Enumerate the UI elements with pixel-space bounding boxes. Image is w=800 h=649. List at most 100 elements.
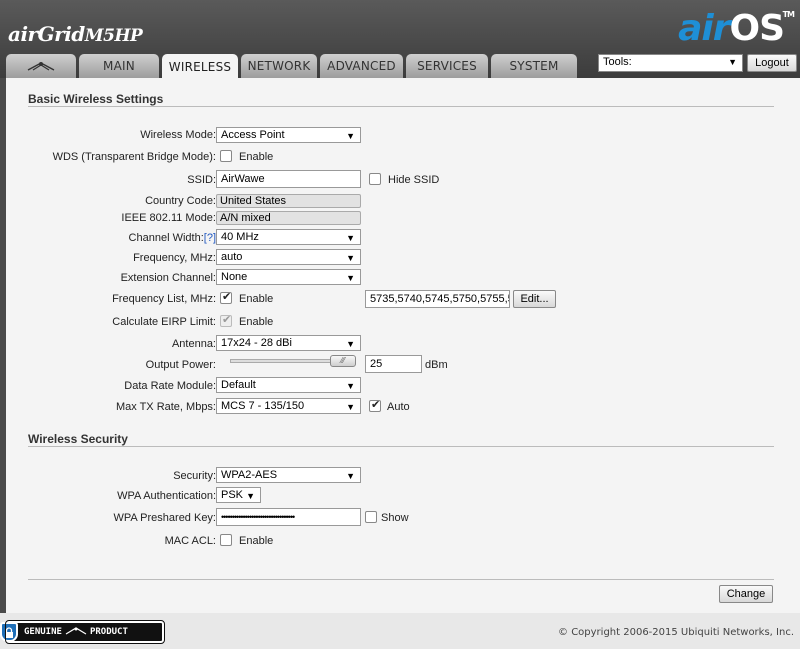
output-power-label: Output Power:: [145, 359, 216, 371]
ssid-input[interactable]: AirWawe: [216, 170, 361, 188]
tab-system[interactable]: SYSTEM: [491, 54, 577, 78]
tab-network[interactable]: NETWORK: [241, 54, 317, 78]
logout-button[interactable]: Logout: [747, 54, 797, 72]
airos-logo: airOS TM: [678, 8, 795, 49]
max-tx-auto-checkbox[interactable]: [369, 398, 381, 412]
antenna-value: 17x24 - 28 dBi: [221, 337, 292, 349]
frequency-list-input[interactable]: 5735,5740,5745,5750,5755,5: [365, 290, 510, 308]
antenna-label: Antenna:: [171, 338, 216, 350]
ieee-mode-value: A/N mixed: [216, 211, 361, 225]
genuine-product-badge: GENUINE PRODUCT: [0, 620, 165, 644]
wds-label: WDS (Transparent Bridge Mode):: [52, 151, 216, 163]
ubnt-small-logo-icon: [62, 626, 90, 638]
channel-width-label: Channel Width:[?]: [6, 232, 216, 244]
footer: GENUINE PRODUCT © Copyright 2006-2015 Ub…: [0, 613, 800, 649]
chevron-down-icon: ▼: [346, 402, 355, 412]
frequency-list-edit-button[interactable]: Edit...: [513, 290, 556, 308]
data-rate-module-label: Data Rate Module:: [124, 380, 216, 392]
chevron-down-icon: ▼: [346, 273, 355, 283]
chevron-down-icon: ▼: [346, 339, 355, 349]
mac-acl-label: MAC ACL:: [164, 535, 216, 547]
security-value: WPA2-AES: [221, 469, 278, 481]
wds-checkbox[interactable]: [220, 150, 232, 162]
lock-shield-icon: [0, 622, 18, 642]
wireless-mode-label: Wireless Mode:: [140, 129, 216, 141]
airos-logo-os: OS: [729, 8, 785, 49]
section-divider: [28, 446, 774, 447]
wpa-auth-select[interactable]: PSK ▼: [216, 487, 261, 503]
chevron-down-icon: ▼: [728, 57, 737, 67]
extension-channel-label: Extension Channel:: [120, 272, 216, 284]
max-tx-rate-select[interactable]: MCS 7 - 135/150 ▼: [216, 398, 361, 414]
antenna-select[interactable]: 17x24 - 28 dBi ▼: [216, 335, 361, 351]
main-tabs: MAIN WIRELESS NETWORK ADVANCED SERVICES …: [6, 54, 580, 79]
chevron-down-icon: ▼: [346, 131, 355, 141]
chevron-down-icon: ▼: [346, 471, 355, 481]
security-select[interactable]: WPA2-AES ▼: [216, 467, 361, 483]
frequency-list-enable-label: Enable: [239, 293, 274, 305]
section-divider: [28, 106, 774, 107]
hide-ssid-label: Hide SSID: [388, 174, 440, 186]
country-code-label: Country Code:: [145, 195, 216, 207]
tools-select[interactable]: Tools: ▼: [598, 54, 743, 72]
chevron-down-icon: ▼: [346, 253, 355, 263]
max-tx-rate-label: Max TX Rate, Mbps:: [115, 401, 216, 413]
channel-width-label-text: Channel Width:: [128, 232, 204, 244]
wireless-mode-value: Access Point: [221, 129, 285, 141]
tab-wireless[interactable]: WIRELESS: [162, 54, 238, 79]
channel-width-select[interactable]: 40 MHz ▼: [216, 229, 361, 245]
product-logo: airGridM5HP: [8, 22, 143, 46]
wireless-settings-panel: Basic Wireless Settings Wireless Mode: A…: [6, 78, 800, 613]
section-divider: [28, 579, 774, 580]
basic-wireless-title: Basic Wireless Settings: [28, 92, 164, 106]
show-key-label: Show: [381, 512, 409, 524]
tab-advanced[interactable]: ADVANCED: [320, 54, 403, 78]
frequency-list-checkbox[interactable]: [220, 290, 232, 304]
extension-channel-select[interactable]: None ▼: [216, 269, 361, 285]
max-tx-rate-value: MCS 7 - 135/150: [221, 400, 305, 412]
chevron-down-icon: ▼: [346, 381, 355, 391]
eirp-enable-label: Enable: [239, 316, 274, 328]
copyright: © Copyright 2006-2015 Ubiquiti Networks,…: [558, 627, 794, 638]
output-power-unit: dBm: [425, 359, 448, 371]
product-name: airGrid: [8, 22, 85, 46]
ubnt-logo-icon: [27, 62, 55, 71]
output-power-input[interactable]: 25: [365, 355, 422, 373]
data-rate-module-select[interactable]: Default ▼: [216, 377, 361, 393]
output-power-slider-handle[interactable]: ⁄⁄⁄: [330, 355, 356, 367]
frequency-label: Frequency, MHz:: [133, 252, 216, 264]
wpa-key-input[interactable]: ••••••••••••••••••••••••••••••••••: [216, 508, 361, 526]
tab-ubnt-logo[interactable]: [6, 54, 76, 78]
product-text: PRODUCT: [89, 627, 128, 637]
airos-logo-air: air: [678, 8, 730, 49]
wireless-mode-select[interactable]: Access Point ▼: [216, 127, 361, 143]
country-code-value: United States: [216, 194, 361, 208]
tab-main[interactable]: MAIN: [79, 54, 159, 78]
show-key-checkbox[interactable]: [365, 511, 377, 523]
frequency-select[interactable]: auto ▼: [216, 249, 361, 265]
hide-ssid-checkbox[interactable]: [369, 173, 381, 185]
wds-enable-label: Enable: [239, 151, 274, 163]
tools-select-value: Tools:: [603, 56, 632, 68]
chevron-down-icon: ▼: [346, 233, 355, 243]
eirp-limit-checkbox[interactable]: [220, 313, 232, 327]
mac-acl-enable-label: Enable: [239, 535, 274, 547]
channel-width-help-link[interactable]: [?]: [204, 232, 216, 244]
header: airGridM5HP airOS TM MAIN WIRELESS NETWOR…: [0, 0, 800, 79]
security-label: Security:: [173, 470, 216, 482]
data-rate-module-value: Default: [221, 379, 256, 391]
wpa-key-label: WPA Preshared Key:: [113, 512, 216, 524]
eirp-limit-label: Calculate EIRP Limit:: [112, 316, 216, 328]
change-button[interactable]: Change: [719, 585, 773, 603]
mac-acl-checkbox[interactable]: [220, 534, 232, 546]
extension-channel-value: None: [221, 271, 248, 283]
ssid-label: SSID:: [187, 174, 216, 186]
genuine-text: GENUINE: [24, 627, 62, 637]
tab-services[interactable]: SERVICES: [406, 54, 488, 78]
wireless-security-title: Wireless Security: [28, 432, 128, 446]
ieee-mode-label: IEEE 802.11 Mode:: [121, 212, 216, 224]
wpa-auth-value: PSK: [221, 489, 244, 501]
product-model: M5HP: [84, 26, 143, 46]
frequency-value: auto: [221, 251, 243, 263]
trademark: TM: [782, 10, 795, 19]
